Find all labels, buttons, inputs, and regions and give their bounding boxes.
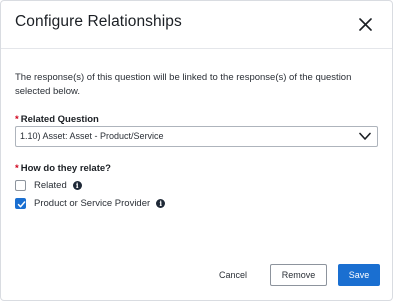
dialog-description: The response(s) of this question will be… [15,72,352,97]
required-asterisk: * [15,163,19,174]
close-button[interactable] [359,18,372,31]
related-option-label: Related [34,180,67,191]
remove-button[interactable]: Remove [270,264,327,286]
required-asterisk: * [15,114,19,125]
save-button[interactable]: Save [338,264,380,286]
related-question-value: 1.10) Asset: Asset - Product/Service [20,131,164,141]
cancel-button[interactable]: Cancel [208,264,258,286]
provider-option-label: Product or Service Provider [34,198,151,209]
option-product-or-service-provider[interactable]: Product or Service Provider i [15,197,166,210]
checkmark-icon [17,201,26,208]
dialog-title: Configure Relationships [15,13,182,30]
chevron-down-icon [359,132,371,141]
configure-relationships-dialog: Configure Relationships The response(s) … [0,0,393,301]
provider-checkbox[interactable] [15,198,26,209]
relation-label: * How do they relate? [15,163,111,174]
related-checkbox[interactable] [15,180,26,191]
relation-label-text: How do they relate? [20,163,111,174]
close-icon [359,18,372,31]
related-question-label: * Related Question [15,114,99,125]
dialog-header: Configure Relationships [1,1,392,49]
related-question-select[interactable]: 1.10) Asset: Asset - Product/Service [15,126,378,147]
option-related[interactable]: Related i [15,179,82,192]
related-question-label-text: Related Question [20,114,99,125]
info-icon[interactable]: i [156,199,166,208]
info-icon[interactable]: i [72,181,82,190]
